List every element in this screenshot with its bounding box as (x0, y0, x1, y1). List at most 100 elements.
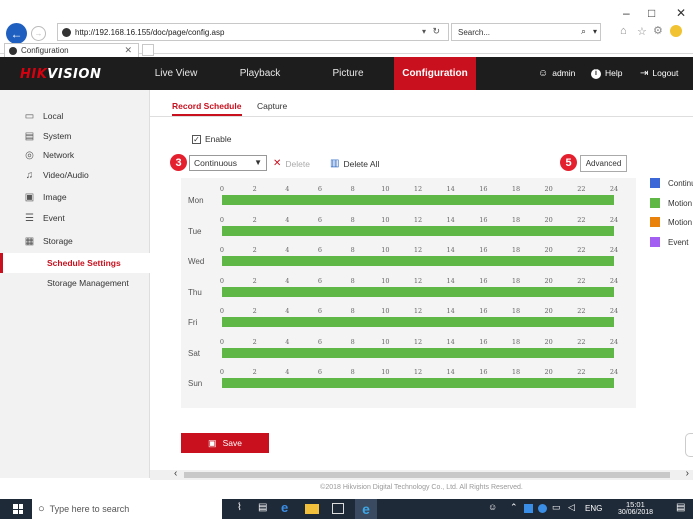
windows-start-icon[interactable] (13, 504, 23, 514)
scroll-thumb[interactable] (184, 472, 670, 478)
hour-tick: 24 (609, 185, 619, 193)
back-button[interactable]: ← (6, 23, 27, 44)
side-panel-handle[interactable] (685, 433, 693, 457)
delete-label: Delete (285, 158, 310, 169)
audio-icon: ♫ (25, 169, 34, 181)
edge-icon[interactable]: e (281, 500, 288, 515)
horizontal-scrollbar[interactable]: ‹ › (150, 468, 693, 480)
hour-tick: 22 (577, 307, 586, 315)
address-bar[interactable]: http://192.168.16.155/doc/page/config.as… (57, 23, 449, 41)
language-indicator[interactable]: ENG (585, 504, 602, 513)
tab-record-schedule[interactable]: Record Schedule (172, 96, 242, 116)
hour-tick: 0 (219, 307, 225, 315)
search-dropdown-icon[interactable]: ▾ (593, 27, 597, 36)
hour-tick: 6 (317, 276, 323, 285)
legend-swatch[interactable] (650, 217, 660, 227)
enable-checkbox[interactable]: ✓ (192, 134, 201, 144)
schedule-bar[interactable] (222, 347, 614, 358)
nav-configuration[interactable]: Configuration (394, 57, 476, 90)
delete-button[interactable]: ✕ Delete (273, 158, 310, 169)
schedule-bar[interactable] (222, 317, 614, 327)
legend-swatch[interactable] (650, 178, 660, 188)
people-icon[interactable]: ☺ (488, 502, 497, 512)
volume-icon[interactable]: ◁ (568, 502, 575, 513)
schedule-bar[interactable] (222, 256, 614, 266)
nav-live-view[interactable]: Live View (148, 57, 204, 90)
sidebar-item-network[interactable]: ◎ Network (0, 145, 150, 165)
clock-time[interactable]: 15:01 (626, 500, 645, 509)
dropdown-icon[interactable]: ▾ (422, 27, 426, 36)
logout-icon: ⇥ (640, 68, 649, 79)
sidebar-item-storage[interactable]: ▦ Storage (0, 231, 150, 251)
hour-tick: 0 (219, 368, 225, 376)
advanced-button[interactable]: Advanced (580, 155, 627, 172)
delete-all-button[interactable]: ▥ Delete All (330, 158, 379, 169)
sidebar-item-storage-management[interactable]: Storage Management (0, 273, 150, 293)
sidebar-item-local[interactable]: ▭ Local (0, 106, 150, 126)
browser-search[interactable]: Search... ⌕ ▾ (451, 23, 601, 41)
hour-tick: 2 (252, 246, 257, 254)
sidebar-item-schedule-settings[interactable]: Schedule Settings (0, 253, 150, 273)
browser-tab[interactable]: Configuration ✕ (4, 43, 139, 57)
tab-close-icon[interactable]: ✕ (124, 45, 132, 56)
minimize-button[interactable]: – (623, 6, 630, 20)
sidebar-item-label: Storage (43, 236, 73, 246)
app-header: HIKVISION Live View Playback Picture Con… (0, 57, 693, 90)
logout-button[interactable]: ⇥ Logout (640, 57, 678, 90)
home-icon[interactable]: ⌂ (620, 25, 627, 37)
hour-tick: 12 (413, 337, 423, 346)
search-icon[interactable]: ⌕ (581, 26, 586, 37)
notification-icon[interactable]: ▤ (676, 502, 685, 513)
day-label: Thu (188, 287, 202, 297)
network-icon[interactable]: ▭ (552, 502, 561, 513)
tray-app-icon[interactable] (538, 504, 547, 513)
task-view-icon[interactable]: ▤ (258, 502, 267, 513)
favorites-icon[interactable]: ☆ (637, 25, 647, 38)
sidebar-item-image[interactable]: ▣ Image (0, 187, 150, 207)
microphone-icon[interactable]: ⌇ (237, 502, 242, 513)
scroll-right-icon[interactable]: › (686, 468, 689, 479)
new-tab-button[interactable] (142, 44, 154, 56)
tray-app-icon[interactable] (524, 504, 533, 513)
legend-swatch[interactable] (650, 198, 660, 208)
legend-swatch[interactable] (650, 237, 660, 247)
schedule-bar[interactable] (222, 378, 614, 388)
taskbar-search[interactable]: ○ Type here to search (32, 499, 222, 519)
tab-capture[interactable]: Capture (257, 96, 297, 116)
file-explorer-icon[interactable] (305, 504, 319, 514)
hour-tick: 4 (285, 307, 290, 315)
nav-picture[interactable]: Picture (320, 57, 376, 90)
refresh-icon[interactable]: ↻ (432, 26, 440, 37)
scroll-left-icon[interactable]: ‹ (174, 468, 177, 479)
day-label: Tue (188, 226, 202, 236)
search-icon: ○ (38, 503, 45, 515)
maximize-button[interactable]: □ (648, 6, 655, 20)
hour-tick: 14 (446, 307, 455, 315)
hour-tick: 8 (350, 307, 355, 315)
ie-taskbar-icon[interactable]: e (355, 499, 377, 519)
mode-select[interactable]: Continuous ▼ (189, 155, 267, 171)
store-icon[interactable] (332, 503, 344, 514)
enable-label: Enable (205, 134, 232, 144)
close-window-button[interactable]: ✕ (676, 6, 686, 20)
help-button[interactable]: i Help (591, 57, 622, 90)
nav-playback[interactable]: Playback (232, 57, 288, 90)
schedule-bar[interactable] (222, 286, 614, 297)
chevron-up-icon[interactable]: ⌃ (510, 502, 518, 513)
hour-tick: 22 (577, 368, 586, 376)
schedule-bar[interactable] (222, 225, 614, 236)
arrow-right-icon: → (34, 29, 43, 38)
sidebar-item-event[interactable]: ☰ Event (0, 208, 150, 228)
hour-tick: 2 (252, 185, 257, 193)
clock-date[interactable]: 30/06/2018 (618, 509, 653, 516)
user-menu[interactable]: ☺ admin (538, 57, 575, 90)
settings-icon[interactable]: ⚙ (653, 24, 663, 37)
hour-tick: 18 (511, 185, 521, 193)
forward-button[interactable]: → (31, 26, 46, 41)
sidebar-item-video-audio[interactable]: ♫ Video/Audio (0, 165, 150, 185)
sidebar-item-system[interactable]: ▤ System (0, 126, 150, 146)
smiley-icon[interactable] (670, 25, 682, 37)
hour-tick: 10 (381, 276, 390, 285)
schedule-bar[interactable] (222, 195, 614, 205)
save-button[interactable]: ▣ Save (181, 433, 269, 453)
